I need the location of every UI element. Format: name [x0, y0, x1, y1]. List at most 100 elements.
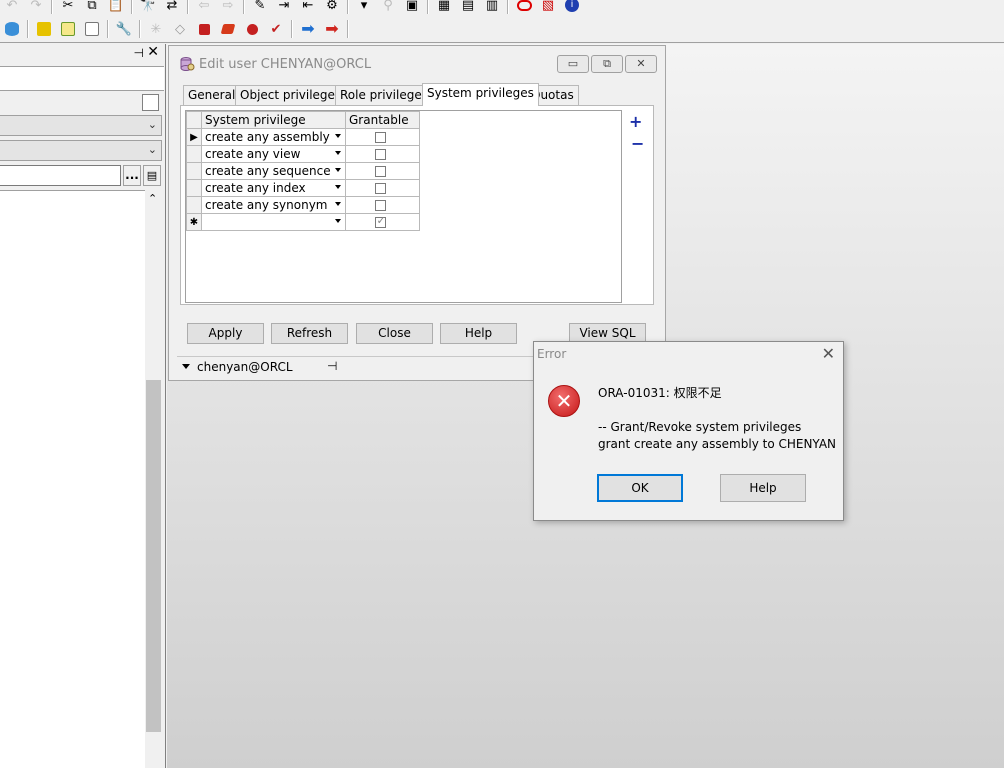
- owner-dropdown[interactable]: ⌄: [0, 115, 162, 136]
- grid-icon[interactable]: ▦: [434, 0, 454, 14]
- table-row[interactable]: create any sequence: [186, 162, 420, 180]
- table-icon[interactable]: ▥: [482, 0, 502, 14]
- compare-icon[interactable]: ▤: [458, 0, 478, 14]
- grantable-cell[interactable]: [345, 162, 420, 180]
- paste-icon[interactable]: 📋: [106, 0, 126, 14]
- privilege-value: create any view: [205, 147, 301, 161]
- step-icon[interactable]: ▾: [354, 0, 374, 14]
- edit-icon[interactable]: ✎: [250, 0, 270, 14]
- table-row[interactable]: create any index: [186, 179, 420, 197]
- oracle-icon[interactable]: [514, 0, 534, 14]
- type-dropdown[interactable]: ⌄: [0, 140, 162, 161]
- cube-icon[interactable]: [218, 20, 238, 38]
- dropdown-arrow-icon[interactable]: [335, 168, 341, 172]
- info-icon[interactable]: i: [562, 0, 582, 14]
- window-list-icon[interactable]: ▣: [402, 0, 422, 14]
- grantable-cell[interactable]: [345, 196, 420, 214]
- debug-icon[interactable]: ⚲: [378, 0, 398, 14]
- tab-object-privileges[interactable]: Object privileges: [235, 85, 347, 105]
- forward-icon[interactable]: ⇨: [218, 0, 238, 14]
- tools-icon[interactable]: [34, 20, 54, 38]
- find-replace-icon[interactable]: ⇄: [162, 0, 182, 14]
- scroll-up-icon[interactable]: ⌃: [148, 192, 157, 205]
- find-icon[interactable]: 🔭: [138, 0, 158, 14]
- add-privilege-button[interactable]: +: [629, 112, 642, 131]
- cut-icon[interactable]: ✂: [58, 0, 78, 14]
- close-icon[interactable]: ✕: [147, 44, 159, 60]
- dropdown-arrow-icon[interactable]: [335, 151, 341, 155]
- table-row[interactable]: ▶ create any assembly: [186, 128, 420, 146]
- minimize-button[interactable]: ▭: [557, 55, 589, 73]
- privilege-cell[interactable]: create any index: [201, 179, 346, 197]
- privilege-cell[interactable]: [201, 213, 346, 231]
- browse-button[interactable]: ...: [123, 165, 141, 186]
- privilege-cell[interactable]: create any view: [201, 145, 346, 163]
- stop-icon[interactable]: [194, 20, 214, 38]
- privilege-cell[interactable]: create any sequence: [201, 162, 346, 180]
- grantable-cell[interactable]: [345, 145, 420, 163]
- grantable-checkbox[interactable]: [374, 214, 386, 228]
- copy-icon[interactable]: ⧉: [82, 0, 102, 14]
- pdf-icon[interactable]: ▧: [538, 0, 558, 14]
- dropdown-arrow-icon[interactable]: [335, 185, 341, 189]
- close-window-button[interactable]: ✕: [625, 55, 657, 73]
- wrench-icon[interactable]: 🔧: [114, 20, 134, 38]
- table-row[interactable]: create any view: [186, 145, 420, 163]
- privilege-cell[interactable]: create any assembly: [201, 128, 346, 146]
- column-header-grantable[interactable]: Grantable: [345, 111, 420, 129]
- arrow-right-red-icon[interactable]: ➡: [322, 20, 342, 38]
- apply-button[interactable]: Apply: [187, 323, 264, 344]
- grantable-cell[interactable]: [345, 179, 420, 197]
- execute-icon[interactable]: ⚙: [322, 0, 342, 14]
- remove-privilege-button[interactable]: −: [631, 134, 644, 153]
- grantable-checkbox[interactable]: [374, 182, 386, 194]
- back-icon[interactable]: ⇦: [194, 0, 214, 14]
- arrow-right-blue-icon[interactable]: ➡: [298, 20, 318, 38]
- pin-icon[interactable]: ⊣: [134, 46, 144, 60]
- filter-checkbox[interactable]: [142, 94, 159, 111]
- dropdown-arrow-icon[interactable]: [335, 202, 341, 206]
- undo-icon[interactable]: ↶: [2, 0, 22, 14]
- notepad-icon[interactable]: [58, 20, 78, 38]
- bug-icon[interactable]: ✳: [146, 20, 166, 38]
- object-tree[interactable]: [0, 190, 145, 768]
- grantable-cell[interactable]: [345, 213, 420, 231]
- privilege-cell[interactable]: create any synonym: [201, 196, 346, 214]
- breakpoint-icon[interactable]: [242, 20, 262, 38]
- document-icon[interactable]: [82, 20, 102, 38]
- close-icon[interactable]: ✕: [822, 344, 835, 363]
- grantable-checkbox[interactable]: [374, 131, 386, 143]
- close-button[interactable]: Close: [356, 323, 433, 344]
- indent-icon[interactable]: ⇥: [274, 0, 294, 14]
- dropdown-arrow-icon[interactable]: [335, 134, 341, 138]
- tab-role-privileges[interactable]: Role privileges: [335, 85, 433, 105]
- dropdown-arrow-icon[interactable]: [335, 219, 341, 223]
- filter-input[interactable]: [0, 165, 121, 186]
- commit-icon[interactable]: ✔: [266, 20, 286, 38]
- grantable-checkbox[interactable]: [374, 165, 386, 177]
- pin-icon[interactable]: ⊣: [327, 359, 337, 373]
- grantable-checkbox[interactable]: [374, 148, 386, 160]
- restore-button[interactable]: ⧉: [591, 55, 623, 73]
- filter-icon[interactable]: ▤: [143, 165, 161, 186]
- redo-icon[interactable]: ↷: [26, 0, 46, 14]
- tab-general[interactable]: General: [183, 85, 241, 105]
- new-row[interactable]: ✱: [186, 213, 420, 231]
- dropdown-arrow-icon[interactable]: [182, 364, 190, 369]
- eraser-icon[interactable]: ◇: [170, 20, 190, 38]
- ok-button[interactable]: OK: [597, 474, 683, 502]
- unindent-icon[interactable]: ⇤: [298, 0, 318, 14]
- refresh-button[interactable]: Refresh: [271, 323, 348, 344]
- table-row[interactable]: create any synonym: [186, 196, 420, 214]
- connection-label[interactable]: chenyan@ORCL: [197, 360, 293, 374]
- help-button[interactable]: Help: [720, 474, 806, 502]
- help-button[interactable]: Help: [440, 323, 517, 344]
- window-titlebar[interactable]: Edit user CHENYAN@ORCL ▭ ⧉ ✕: [169, 46, 665, 82]
- vertical-scrollbar[interactable]: ⌃: [145, 190, 162, 768]
- database-icon[interactable]: [2, 20, 22, 38]
- grantable-checkbox[interactable]: [374, 199, 386, 211]
- tab-system-privileges[interactable]: System privileges: [422, 83, 539, 106]
- scrollbar-thumb[interactable]: [146, 380, 161, 732]
- grantable-cell[interactable]: [345, 128, 420, 146]
- column-header-system-privilege[interactable]: System privilege: [201, 111, 346, 129]
